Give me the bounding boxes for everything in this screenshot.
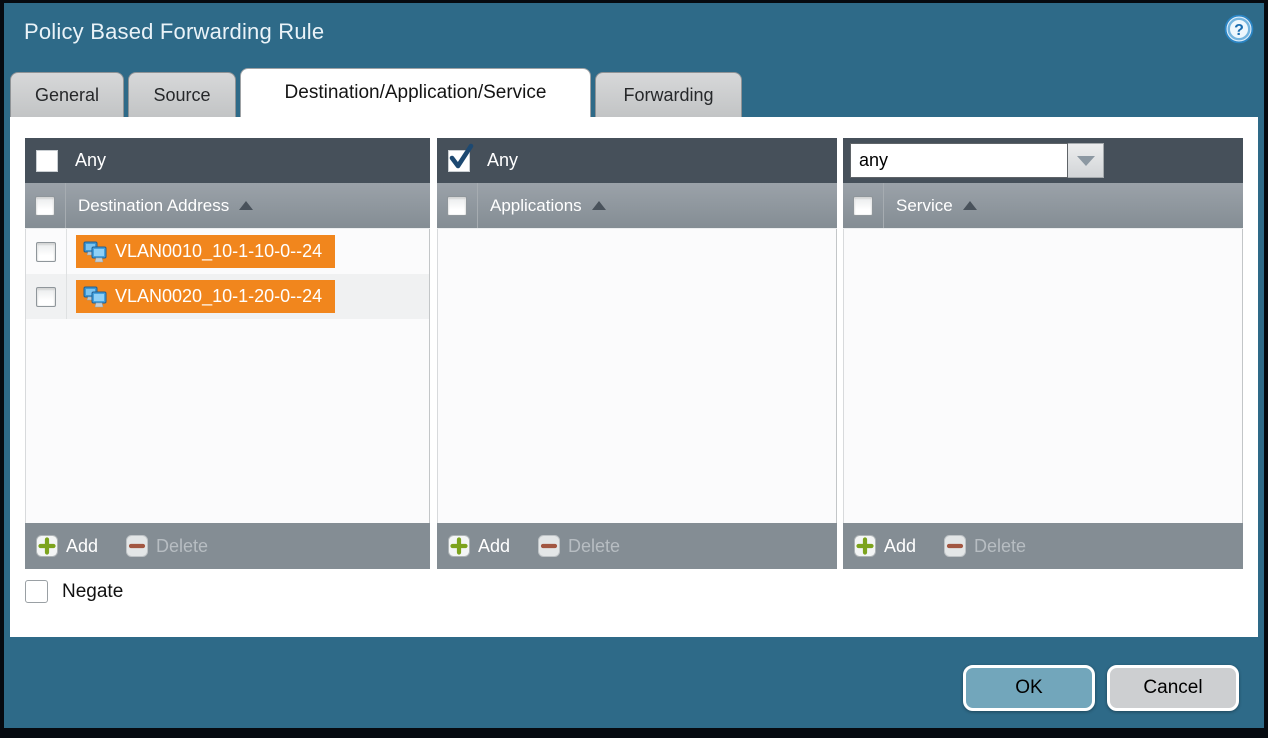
address-object-chip[interactable]: VLAN0010_10-1-10-0--24 (76, 235, 335, 268)
negate-checkbox[interactable] (25, 580, 48, 603)
applications-column-header[interactable]: Applications (490, 196, 582, 216)
list-item: VLAN0010_10-1-10-0--24 (26, 229, 429, 274)
dialog-title: Policy Based Forwarding Rule (24, 19, 324, 45)
destination-delete-button[interactable]: Delete (126, 535, 208, 557)
checkmark-icon (447, 144, 475, 172)
row-checkbox-cell (26, 274, 67, 319)
service-dropdown: any (850, 143, 1104, 178)
ok-button[interactable]: OK (963, 665, 1095, 711)
delete-minus-icon (538, 535, 560, 557)
service-column-header[interactable]: Service (896, 196, 953, 216)
tab-source[interactable]: Source (128, 72, 236, 117)
destination-list: VLAN0010_10-1-10-0--24 (25, 229, 430, 523)
add-plus-icon (854, 535, 876, 557)
address-object-label: VLAN0020_10-1-20-0--24 (115, 286, 322, 307)
tab-bar: General Source Destination/Application/S… (10, 68, 742, 117)
destination-select-all-checkbox[interactable] (35, 196, 55, 216)
tab-forwarding[interactable]: Forwarding (595, 72, 742, 117)
applications-any-label: Any (487, 150, 518, 171)
tab-general[interactable]: General (10, 72, 124, 117)
service-list (843, 229, 1243, 523)
service-dropdown-value[interactable]: any (850, 143, 1068, 178)
applications-footer: Add Delete (437, 523, 837, 569)
network-group-icon (83, 286, 107, 308)
row-checkbox[interactable] (36, 242, 56, 262)
destination-any-bar: Any (25, 138, 430, 183)
service-panel: any Service (843, 138, 1243, 569)
destination-any-checkbox[interactable] (36, 150, 58, 172)
destination-column-header[interactable]: Destination Address (78, 196, 229, 216)
select-all-cell (843, 183, 884, 228)
add-label: Add (66, 536, 98, 557)
destination-address-panel: Any Destination Address (25, 138, 430, 569)
help-icon[interactable]: ? (1224, 14, 1254, 44)
list-item: VLAN0020_10-1-20-0--24 (26, 274, 429, 319)
select-all-cell (437, 183, 478, 228)
delete-label: Delete (974, 536, 1026, 557)
sort-ascending-icon[interactable] (239, 201, 253, 210)
policy-based-forwarding-dialog: Policy Based Forwarding Rule ? General S… (0, 0, 1268, 738)
row-checkbox[interactable] (36, 287, 56, 307)
applications-any-checkbox[interactable] (448, 150, 470, 172)
add-plus-icon (448, 535, 470, 557)
applications-list (437, 229, 837, 523)
applications-panel: Any Applications Add (437, 138, 837, 569)
sort-ascending-icon[interactable] (592, 201, 606, 210)
select-all-cell (25, 183, 66, 228)
cancel-button[interactable]: Cancel (1107, 665, 1239, 711)
service-footer: Add Delete (843, 523, 1243, 569)
delete-minus-icon (126, 535, 148, 557)
add-label: Add (884, 536, 916, 557)
destination-add-button[interactable]: Add (36, 535, 98, 557)
add-plus-icon (36, 535, 58, 557)
svg-text:?: ? (1234, 22, 1244, 39)
delete-label: Delete (568, 536, 620, 557)
add-label: Add (478, 536, 510, 557)
negate-row: Negate (25, 580, 123, 603)
applications-add-button[interactable]: Add (448, 535, 510, 557)
destination-any-label: Any (75, 150, 106, 171)
delete-minus-icon (944, 535, 966, 557)
service-delete-button[interactable]: Delete (944, 535, 1026, 557)
destination-footer: Add Delete (25, 523, 430, 569)
sort-ascending-icon[interactable] (963, 201, 977, 210)
service-dropdown-bar: any (843, 138, 1243, 183)
applications-column-header-row: Applications (437, 183, 837, 229)
service-add-button[interactable]: Add (854, 535, 916, 557)
applications-select-all-checkbox[interactable] (447, 196, 467, 216)
service-select-all-checkbox[interactable] (853, 196, 873, 216)
dropdown-arrow-icon (1077, 156, 1095, 166)
address-object-label: VLAN0010_10-1-10-0--24 (115, 241, 322, 262)
service-dropdown-button[interactable] (1068, 143, 1104, 178)
tab-content: Any Destination Address (10, 117, 1258, 637)
applications-any-bar: Any (437, 138, 837, 183)
tab-destination-application-service[interactable]: Destination/Application/Service (240, 68, 591, 117)
row-checkbox-cell (26, 229, 67, 274)
destination-column-header-row: Destination Address (25, 183, 430, 229)
address-object-chip[interactable]: VLAN0020_10-1-20-0--24 (76, 280, 335, 313)
delete-label: Delete (156, 536, 208, 557)
negate-label: Negate (62, 581, 123, 603)
applications-delete-button[interactable]: Delete (538, 535, 620, 557)
service-column-header-row: Service (843, 183, 1243, 229)
network-group-icon (83, 241, 107, 263)
